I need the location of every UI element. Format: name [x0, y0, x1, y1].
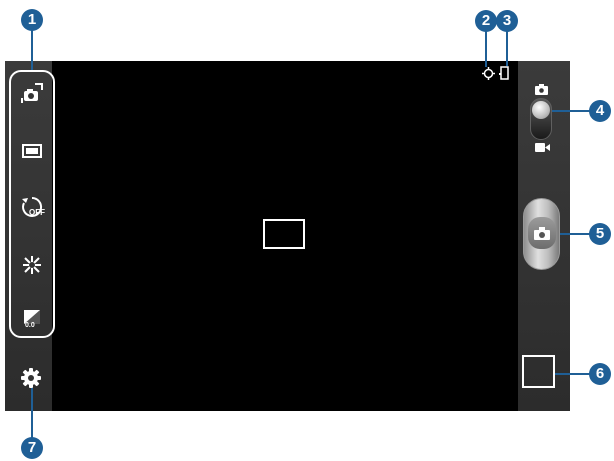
camera-mode-icon [535, 84, 548, 95]
mode-switch-knob[interactable] [532, 101, 550, 119]
timer-button[interactable]: OFF [17, 192, 47, 222]
callout-2: 2 [475, 10, 497, 32]
timer-off-label: OFF [29, 208, 45, 217]
camera-camcorder-switch[interactable] [530, 98, 552, 140]
callout-1: 1 [21, 9, 43, 31]
photo-size-button[interactable] [17, 136, 47, 166]
callout-4: 4 [589, 100, 611, 122]
callout-2-leader [485, 31, 487, 67]
exposure-value-label: 0.0 [25, 322, 35, 329]
callout-5-leader [560, 233, 590, 235]
camera-icon [534, 226, 550, 240]
camcorder-mode-icon [535, 143, 550, 152]
shutter-button[interactable] [523, 198, 560, 270]
callout-4-leader [552, 110, 590, 112]
photo-size-icon [22, 144, 42, 158]
callout-6: 6 [589, 363, 611, 385]
callout-6-leader [555, 373, 590, 375]
callout-7: 7 [21, 437, 43, 459]
callout-5: 5 [589, 223, 611, 245]
image-viewer-thumbnail[interactable] [522, 355, 555, 388]
effects-icon [23, 256, 41, 274]
shutter-button-core[interactable] [528, 217, 556, 249]
switch-camera-icon [21, 83, 43, 103]
effects-button[interactable] [17, 250, 47, 280]
callout-1-leader [31, 30, 33, 70]
gps-icon [482, 67, 495, 80]
exposure-button[interactable]: 0.0 [17, 303, 47, 333]
switch-camera-button[interactable] [17, 78, 47, 108]
callout-3-leader [506, 31, 508, 66]
storage-icon [499, 66, 509, 80]
focus-frame [263, 219, 305, 249]
callout-3: 3 [496, 10, 518, 32]
gear-icon [21, 368, 41, 388]
callout-7-leader [31, 388, 33, 441]
